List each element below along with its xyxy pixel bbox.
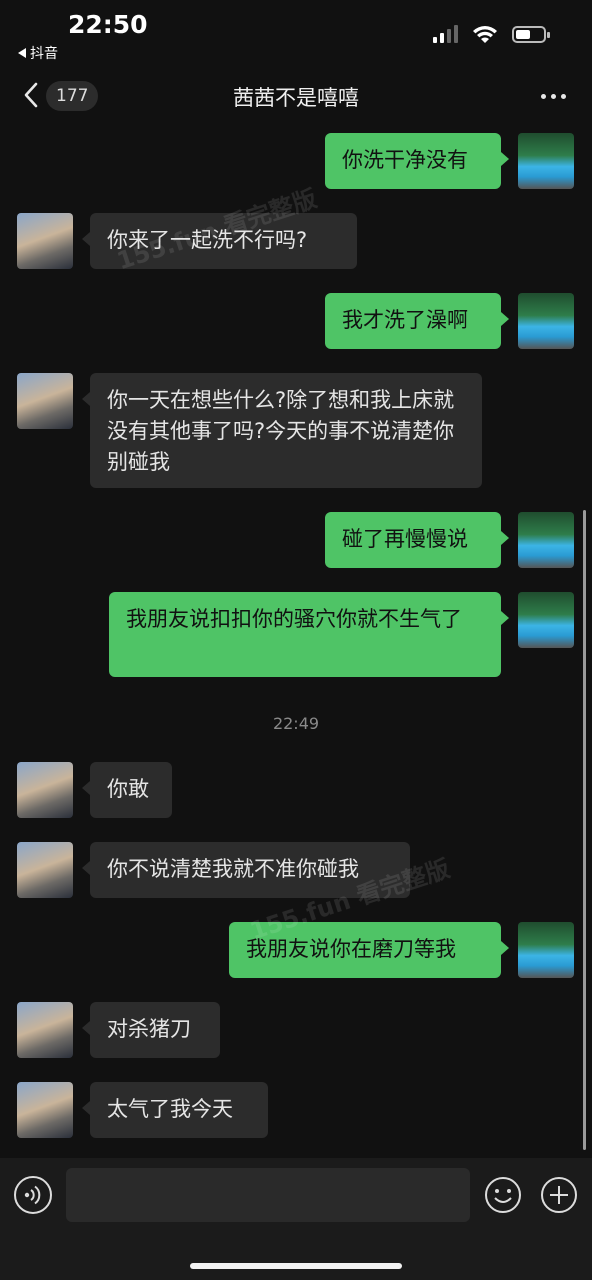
message-bubble[interactable]: 你洗干净没有: [325, 133, 509, 189]
back-app-label: 抖音: [30, 46, 58, 62]
more-options-icon[interactable]: [541, 94, 566, 99]
message-timestamp: 22:49: [272, 714, 320, 733]
scrollbar[interactable]: [583, 510, 586, 1150]
my-avatar[interactable]: [518, 922, 574, 978]
wifi-icon: [473, 26, 497, 43]
chat-title: 茜茜不是嘻嘻: [233, 86, 359, 110]
cellular-signal-icon: [433, 25, 458, 43]
my-avatar[interactable]: [518, 293, 574, 349]
message-bubble[interactable]: 太气了我今天: [82, 1082, 268, 1138]
my-avatar[interactable]: [518, 133, 574, 189]
message-bubble[interactable]: 你一天在想些什么?除了想和我上床就没有其他事了吗?今天的事不说清楚你别碰我: [82, 373, 482, 488]
contact-avatar[interactable]: [17, 762, 73, 818]
voice-icon: [24, 1185, 41, 1205]
message-bubble[interactable]: 对杀猪刀: [82, 1002, 220, 1058]
back-to-app-link[interactable]: 抖音: [18, 43, 58, 63]
contact-avatar[interactable]: [17, 373, 73, 429]
status-bar: 22:50 抖音: [0, 0, 592, 66]
input-bar: [0, 1158, 592, 1280]
message-bubble[interactable]: 我朋友说扣扣你的骚穴你就不生气了: [109, 592, 509, 677]
my-avatar[interactable]: [518, 592, 574, 648]
emoji-icon[interactable]: [484, 1176, 522, 1214]
message-bubble[interactable]: 碰了再慢慢说: [325, 512, 509, 568]
battery-icon: [512, 25, 550, 43]
message-bubble[interactable]: 我才洗了澡啊: [325, 293, 509, 349]
status-icons: [433, 24, 550, 44]
home-indicator[interactable]: [190, 1263, 402, 1269]
contact-avatar[interactable]: [17, 1082, 73, 1138]
status-time: 22:50: [68, 10, 148, 39]
chat-header: 177 茜茜不是嘻嘻: [0, 66, 592, 126]
contact-avatar[interactable]: [17, 842, 73, 898]
message-input[interactable]: [66, 1168, 470, 1222]
voice-input-button[interactable]: [14, 1176, 52, 1214]
my-avatar[interactable]: [518, 512, 574, 568]
contact-avatar[interactable]: [17, 213, 73, 269]
back-triangle-icon: [18, 48, 26, 58]
message-bubble[interactable]: 你敢: [82, 762, 172, 818]
battery-level-fill: [516, 29, 530, 39]
add-attachment-icon[interactable]: [540, 1176, 578, 1214]
contact-avatar[interactable]: [17, 1002, 73, 1058]
